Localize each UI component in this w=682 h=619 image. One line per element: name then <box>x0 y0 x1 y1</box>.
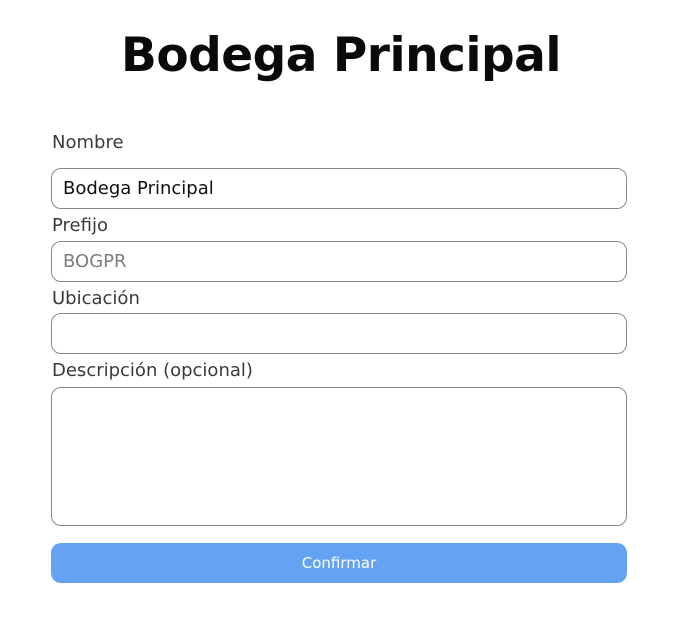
descripcion-label: Descripción (opcional) <box>52 360 253 381</box>
confirm-button[interactable]: Confirmar <box>51 543 627 583</box>
descripcion-textarea[interactable] <box>51 387 627 526</box>
prefijo-label: Prefijo <box>52 215 108 236</box>
nombre-label: Nombre <box>52 132 124 153</box>
ubicacion-label: Ubicación <box>52 288 140 309</box>
ubicacion-input[interactable] <box>51 313 627 354</box>
nombre-input[interactable] <box>51 168 627 209</box>
prefijo-input[interactable] <box>51 241 627 282</box>
page-title: Bodega Principal <box>121 28 562 83</box>
